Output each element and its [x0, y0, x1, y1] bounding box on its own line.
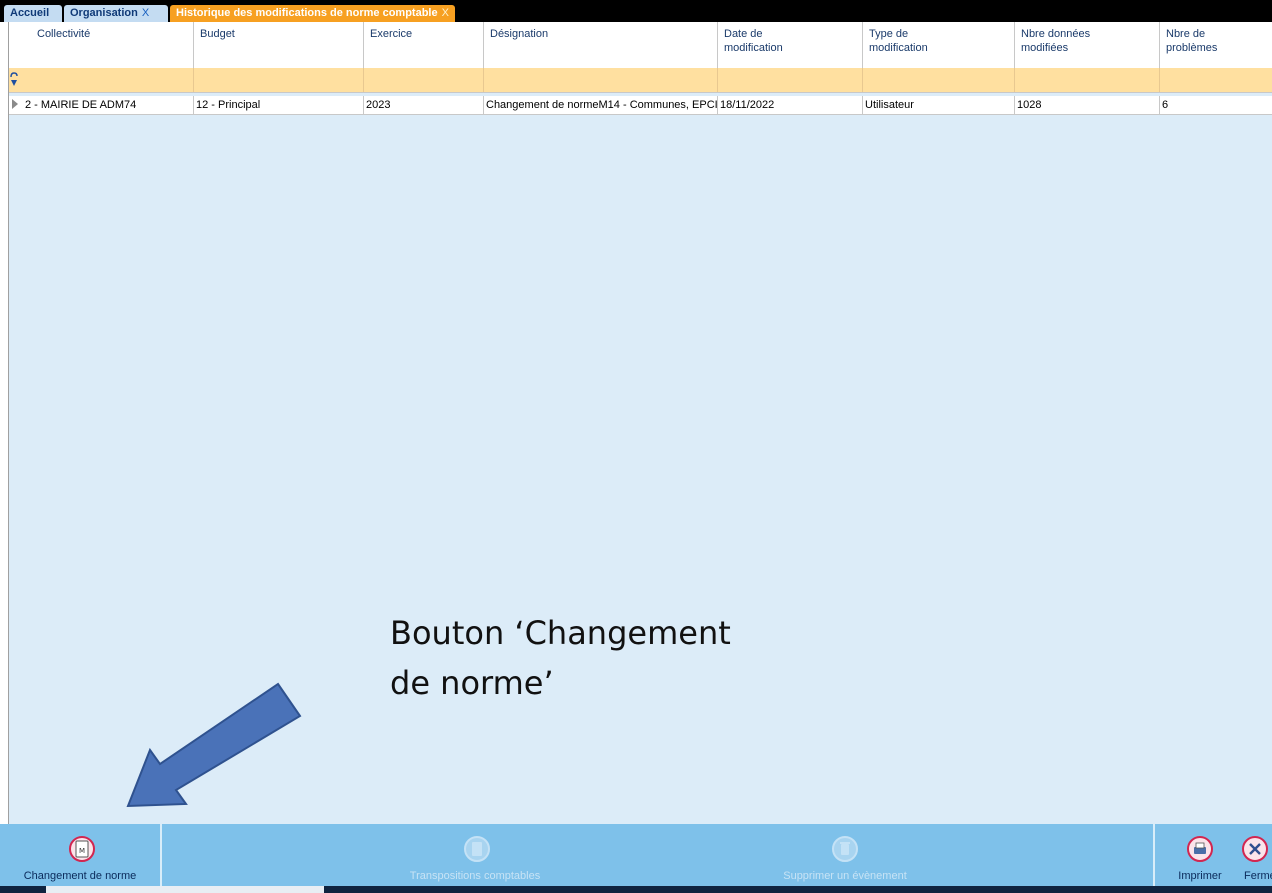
tab-bar: Accueil Organisation X Historique des mod…	[0, 0, 1272, 22]
close-icon	[1242, 836, 1268, 862]
transpositions-icon	[464, 836, 490, 862]
cell-designation: Changement de normeM14 - Communes, EPCI …	[484, 96, 718, 114]
column-header-collectivite[interactable]: Collectivité	[9, 22, 194, 68]
transpositions-label: Transpositions comptables	[409, 870, 541, 882]
cell-collectivite: 2 - MAIRIE DE ADM74	[9, 96, 194, 114]
annotation-text: Bouton ‘Changement de norme’	[390, 614, 731, 702]
change-norm-icon: M	[69, 836, 95, 862]
delete-event-button[interactable]: Supprimer un évènement	[745, 824, 945, 886]
cell-type-modification: Utilisateur	[863, 96, 1015, 114]
filter-date-modification[interactable]	[718, 68, 863, 92]
tab-organisation-label: Organisation	[70, 7, 138, 19]
tab-historique[interactable]: Historique des modifications de norme co…	[170, 5, 455, 22]
column-header-designation[interactable]: Désignation	[484, 22, 718, 68]
close-button[interactable]: Ferme	[1236, 824, 1272, 886]
filter-designation[interactable]	[484, 68, 718, 92]
tab-organisation[interactable]: Organisation X	[64, 5, 168, 22]
svg-text:M: M	[79, 847, 85, 855]
footer-separator	[1153, 824, 1155, 886]
tab-historique-close-icon[interactable]: X	[442, 7, 449, 19]
cell-nbre-donnees: 1028	[1015, 96, 1160, 114]
print-button[interactable]: Imprimer	[1168, 824, 1232, 886]
filter-row	[9, 68, 1272, 93]
taskbar-item	[46, 886, 324, 893]
filter-collectivite[interactable]	[9, 68, 194, 92]
filter-type-modification[interactable]	[863, 68, 1015, 92]
filter-nbre-donnees[interactable]	[1015, 68, 1160, 92]
column-header-type-modification[interactable]: Type de modification	[863, 22, 1015, 68]
cell-nbre-problemes: 6	[1162, 99, 1169, 111]
delete-event-label: Supprimer un évènement	[783, 870, 907, 882]
cell-date-modification: 18/11/2022	[718, 96, 863, 114]
tab-historique-label: Historique des modifications de norme co…	[176, 7, 438, 19]
column-header-nbre-donnees[interactable]: Nbre données modifiées	[1015, 22, 1160, 68]
column-header-exercice[interactable]: Exercice	[364, 22, 484, 68]
filter-nbre-problemes[interactable]	[1160, 68, 1272, 92]
close-label: Ferme	[1244, 870, 1272, 882]
printer-icon	[1187, 836, 1213, 862]
tab-accueil-label: Accueil	[10, 7, 50, 19]
taskbar-strip	[0, 886, 1272, 893]
change-norm-label: Changement de norme	[23, 870, 137, 882]
column-header-date-modification[interactable]: Date de modification	[718, 22, 863, 68]
column-header-budget[interactable]: Budget	[194, 22, 364, 68]
annotation-arrow-icon	[126, 682, 302, 808]
trash-icon	[832, 836, 858, 862]
tab-organisation-close-icon[interactable]: X	[142, 7, 149, 19]
tab-accueil[interactable]: Accueil	[4, 5, 62, 22]
cell-budget: 12 - Principal	[194, 96, 364, 114]
table-row[interactable]: 2 - MAIRIE DE ADM74 12 - Principal 2023 …	[9, 96, 1272, 115]
change-norm-button[interactable]: M Changement de norme	[0, 824, 160, 886]
filter-budget[interactable]	[194, 68, 364, 92]
cell-exercice: 2023	[364, 96, 484, 114]
footer-separator	[160, 824, 162, 886]
column-header-nbre-problemes[interactable]: Nbre de problèmes	[1160, 22, 1272, 68]
footer-toolbar: M Changement de norme Transpositions com…	[0, 824, 1272, 893]
transpositions-button[interactable]: Transpositions comptables	[380, 824, 570, 886]
grid-header: Collectivité Budget Exercice Désignation…	[9, 22, 1272, 69]
print-label: Imprimer	[1178, 870, 1222, 882]
filter-exercice[interactable]	[364, 68, 484, 92]
